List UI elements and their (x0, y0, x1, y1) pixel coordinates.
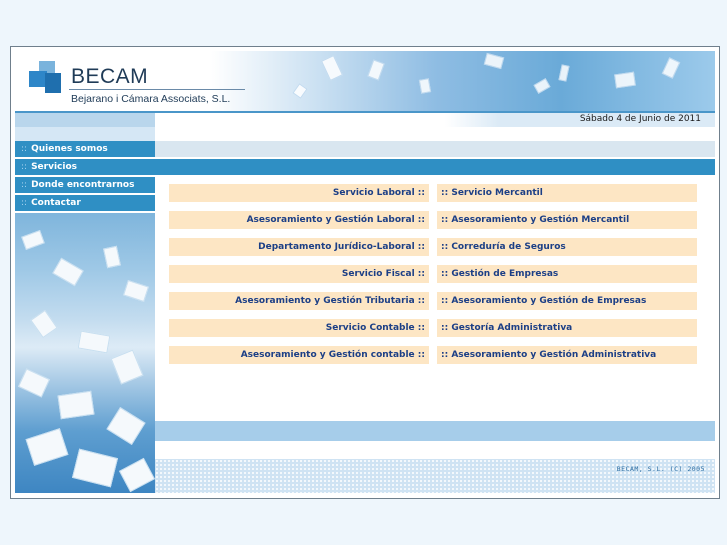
nav-item-label: Donde encontrarnos (31, 180, 135, 190)
nav-item-label: Quienes somos (31, 144, 108, 154)
service-link-gestion-contable[interactable]: Asesoramiento y Gestión contable :: (169, 346, 429, 364)
date-strip-left-block (15, 113, 155, 127)
nav-separator: :: (21, 144, 28, 154)
logo-divider (69, 89, 245, 90)
services-row: Asesoramiento y Gestión Laboral :: :: As… (169, 211, 697, 229)
service-link-gestion-mercantil[interactable]: :: Asesoramiento y Gestión Mercantil (437, 211, 697, 229)
services-row: Asesoramiento y Gestión Tributaria :: ::… (169, 292, 697, 310)
service-link-gestion-laboral[interactable]: Asesoramiento y Gestión Laboral :: (169, 211, 429, 229)
header-paper-decoration (614, 71, 636, 89)
service-link-asesoramiento-empresas[interactable]: :: Asesoramiento y Gestión de Empresas (437, 292, 697, 310)
footer-copyright: BECAM, S.L. (C) 2005 (616, 465, 705, 473)
nav-item-label: Servicios (31, 162, 78, 172)
services-grid: Servicio Laboral :: :: Servicio Mercanti… (169, 184, 697, 373)
header-paper-decoration (483, 52, 505, 70)
service-link-servicio-fiscal[interactable]: Servicio Fiscal :: (169, 265, 429, 283)
nav-item-contactar[interactable]: :: Contactar (15, 195, 155, 211)
header-paper-decoration (661, 57, 681, 79)
header-paper-decoration (418, 78, 432, 94)
service-link-servicio-contable[interactable]: Servicio Contable :: (169, 319, 429, 337)
service-link-gestion-empresas[interactable]: :: Gestión de Empresas (437, 265, 697, 283)
service-link-correduria-seguros[interactable]: :: Correduría de Seguros (437, 238, 697, 256)
service-link-servicio-mercantil[interactable]: :: Servicio Mercantil (437, 184, 697, 202)
service-link-gestion-tributaria[interactable]: Asesoramiento y Gestión Tributaria :: (169, 292, 429, 310)
nav-item-label: Contactar (31, 198, 81, 208)
left-column-spacer (15, 127, 155, 141)
date-strip: Sábado 4 de Junio de 2011 (15, 113, 715, 127)
logo-subtitle: Bejarano i Cámara Associats, S.L. (71, 93, 231, 105)
services-row: Asesoramiento y Gestión contable :: :: A… (169, 346, 697, 364)
header-banner: BECAM Bejarano i Cámara Associats, S.L. (15, 51, 715, 111)
nav-item-servicios[interactable]: :: Servicios (15, 159, 715, 175)
service-link-juridico-laboral[interactable]: Departamento Jurídico-Laboral :: (169, 238, 429, 256)
header-paper-decoration (367, 59, 385, 81)
nav-item-donde-encontrarnos[interactable]: :: Donde encontrarnos (15, 177, 155, 193)
service-link-servicio-laboral[interactable]: Servicio Laboral :: (169, 184, 429, 202)
nav-separator: :: (21, 162, 28, 172)
services-row: Servicio Laboral :: :: Servicio Mercanti… (169, 184, 697, 202)
decorative-papers-image (15, 213, 155, 493)
main-nav: :: Quienes somos :: Servicios :: Donde enco… (15, 141, 715, 213)
header-paper-decoration (533, 78, 551, 94)
services-row: Servicio Fiscal :: :: Gestión de Empresa… (169, 265, 697, 283)
logo-mark-icon (29, 61, 65, 97)
footer-band (155, 421, 715, 441)
footer: BECAM, S.L. (C) 2005 (155, 459, 715, 493)
logo-name[interactable]: BECAM (71, 65, 148, 89)
header-paper-decoration (558, 64, 570, 82)
current-date: Sábado 4 de Junio de 2011 (579, 114, 701, 124)
services-row: Servicio Contable :: :: Gestoría Adminis… (169, 319, 697, 337)
services-row: Departamento Jurídico-Laboral :: :: Corr… (169, 238, 697, 256)
nav-separator: :: (21, 180, 28, 190)
main-top-band (155, 141, 715, 157)
service-link-gestoria-administrativa[interactable]: :: Gestoría Administrativa (437, 319, 697, 337)
service-link-gestion-administrativa[interactable]: :: Asesoramiento y Gestión Administrativ… (437, 346, 697, 364)
nav-separator: :: (21, 198, 28, 208)
header-paper-decoration (292, 83, 308, 99)
nav-item-quienes-somos[interactable]: :: Quienes somos (15, 141, 155, 157)
page-frame: BECAM Bejarano i Cámara Associats, S.L. … (10, 46, 720, 499)
header-paper-decoration (321, 55, 343, 81)
